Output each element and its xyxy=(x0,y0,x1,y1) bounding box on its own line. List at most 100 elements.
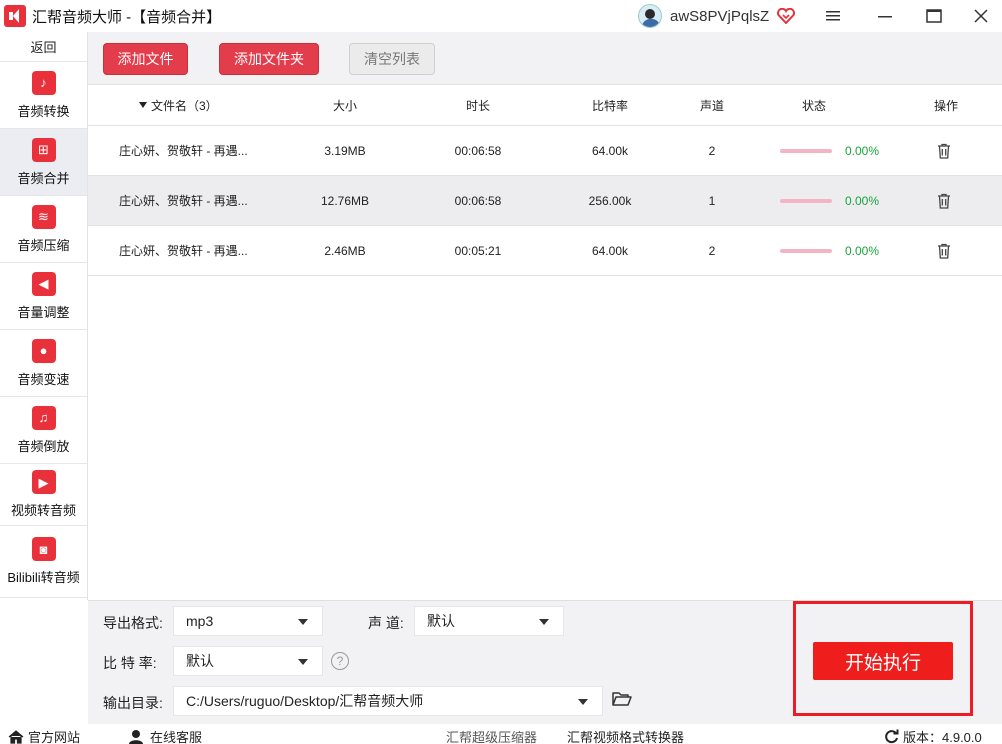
table-row[interactable]: 庄心妍、贺敬轩 - 再遇... 2.46MB 00:05:21 64.00k 2… xyxy=(88,225,1002,275)
table-body: 庄心妍、贺敬轩 - 再遇... 3.19MB 00:06:58 64.00k 2… xyxy=(88,125,1002,276)
version-label: 版本：4.9.0.0 xyxy=(903,730,982,744)
sidebar-item-label: 音频倒放 xyxy=(17,438,70,454)
version-info[interactable]: 版本：4.9.0.0 xyxy=(884,727,982,744)
bitrate-select[interactable]: 默认 xyxy=(173,646,323,676)
user-info[interactable]: awS8PVjPqlsZ xyxy=(638,4,796,28)
sidebar-item-speed[interactable]: ● 音频变速 xyxy=(0,330,87,397)
back-button[interactable]: 返回 xyxy=(0,32,87,62)
sidebar-item-reverse[interactable]: ♫ 音频倒放 xyxy=(0,397,87,464)
sidebar-item-audio-compress[interactable]: ≋ 音频压缩 xyxy=(0,196,87,263)
cell-filename: 庄心妍、贺敬轩 - 再遇... xyxy=(119,244,248,258)
sidebar-item-bilibili[interactable]: ◙ Bilibili转音频 xyxy=(0,526,87,598)
trash-icon[interactable] xyxy=(937,176,951,225)
cell-bitrate: 64.00k xyxy=(591,143,629,158)
output-dir-value: C:/Users/ruguo/Desktop/汇帮音频大师 xyxy=(186,693,424,709)
cell-channels: 2 xyxy=(708,243,716,258)
sidebar-item-label: 音频合并 xyxy=(17,170,70,186)
header-size: 大小 xyxy=(332,98,357,113)
sidebar-item-label: 音频变速 xyxy=(17,371,70,387)
table-row[interactable]: 庄心妍、贺敬轩 - 再遇... 3.19MB 00:06:58 64.00k 2… xyxy=(88,125,1002,175)
sidebar-item-audio-convert[interactable]: ♪ 音频转换 xyxy=(0,62,87,129)
format-label: 导出格式: xyxy=(103,615,163,631)
header-duration: 时长 xyxy=(465,98,490,113)
sidebar-item-label: Bilibili转音频 xyxy=(7,570,80,585)
maximize-icon[interactable] xyxy=(911,0,957,32)
cell-status: 0.00% xyxy=(780,126,879,175)
vip-heart-icon[interactable] xyxy=(777,8,796,24)
start-highlight-frame: 开始执行 xyxy=(793,601,973,716)
audio-compress-icon: ≋ xyxy=(31,204,56,229)
progress-percent: 0.00% xyxy=(845,143,880,158)
home-icon xyxy=(8,729,24,744)
progress-bar xyxy=(780,198,832,203)
trash-icon[interactable] xyxy=(937,126,951,175)
add-folder-button[interactable]: 添加文件夹 xyxy=(219,43,319,75)
toolbar: 添加文件 添加文件夹 清空列表 xyxy=(88,32,1002,85)
format-select[interactable]: mp3 xyxy=(173,606,323,636)
sidebar-item-volume[interactable]: ◀ 音量调整 xyxy=(0,263,87,330)
main-panel: 添加文件 添加文件夹 清空列表 文件名（3） 大小 时长 比特率 声道 状态 操… xyxy=(88,32,1002,600)
progress-bar xyxy=(780,148,832,153)
channel-label: 声 道: xyxy=(368,615,404,631)
help-icon[interactable]: ? xyxy=(331,652,349,670)
folder-open-icon[interactable] xyxy=(612,691,632,710)
cell-duration: 00:05:21 xyxy=(454,243,502,258)
bitrate-label: 比 特 率: xyxy=(103,655,157,671)
table-row[interactable]: 庄心妍、贺敬轩 - 再遇... 12.76MB 00:06:58 256.00k… xyxy=(88,175,1002,225)
progress-bar xyxy=(780,248,832,253)
sidebar-item-label: 视频转音频 xyxy=(10,503,76,518)
close-icon[interactable] xyxy=(958,0,1002,32)
minimize-icon[interactable] xyxy=(862,0,908,32)
app-logo-icon xyxy=(4,5,26,27)
bitrate-value: 默认 xyxy=(186,653,214,669)
output-label: 输出目录: xyxy=(103,695,163,711)
file-table: 文件名（3） 大小 时长 比特率 声道 状态 操作 庄心妍、贺敬轩 - 再遇..… xyxy=(88,85,1002,276)
window-title: 汇帮音频大师 -【音频合并】 xyxy=(32,8,222,26)
avatar-icon[interactable] xyxy=(638,4,662,28)
menu-icon[interactable] xyxy=(810,0,856,32)
sidebar-item-video-to-audio[interactable]: ▶ 视频转音频 xyxy=(0,464,87,526)
volume-icon: ◀ xyxy=(31,271,56,296)
product-video-converter-link[interactable]: 汇帮视频格式转换器 xyxy=(567,727,684,744)
cell-status: 0.00% xyxy=(780,176,879,225)
header-filename[interactable]: 文件名（3） xyxy=(139,85,218,125)
header-channels: 声道 xyxy=(699,98,724,113)
chevron-down-icon xyxy=(578,699,588,705)
add-file-button[interactable]: 添加文件 xyxy=(103,43,188,75)
microphone-icon: ● xyxy=(31,338,56,363)
music-note-icon: ♫ xyxy=(31,405,56,430)
channel-select[interactable]: 默认 xyxy=(414,606,564,636)
clear-list-button[interactable]: 清空列表 xyxy=(349,43,435,75)
chevron-down-icon xyxy=(539,619,549,625)
output-settings: 导出格式: mp3 声 道: 默认 比 特 率: 默认 ? 输出目录: C:/U… xyxy=(88,600,1002,724)
sidebar-item-label: 音量调整 xyxy=(17,304,70,320)
cell-channels: 2 xyxy=(708,143,716,158)
support-label: 在线客服 xyxy=(150,730,203,744)
video-film-icon: ▶ xyxy=(31,470,56,494)
cell-size: 12.76MB xyxy=(320,193,370,208)
cell-duration: 00:06:58 xyxy=(454,193,502,208)
sort-down-icon xyxy=(139,102,147,108)
cell-status: 0.00% xyxy=(780,226,879,275)
cell-duration: 00:06:58 xyxy=(454,143,502,158)
username[interactable]: awS8PVjPqlsZ xyxy=(670,8,769,25)
sidebar-item-audio-merge[interactable]: ⊞ 音频合并 xyxy=(0,129,87,196)
audio-convert-icon: ♪ xyxy=(31,70,56,95)
support-link[interactable]: 在线客服 xyxy=(128,727,202,744)
start-button[interactable]: 开始执行 xyxy=(813,642,953,680)
table-header: 文件名（3） 大小 时长 比特率 声道 状态 操作 xyxy=(88,85,1002,125)
trash-icon[interactable] xyxy=(937,226,951,275)
chevron-down-icon xyxy=(298,659,308,665)
output-dir-select[interactable]: C:/Users/ruguo/Desktop/汇帮音频大师 xyxy=(173,686,603,716)
cell-filename: 庄心妍、贺敬轩 - 再遇... xyxy=(119,194,248,208)
bilibili-tv-icon: ◙ xyxy=(31,537,56,561)
website-link[interactable]: 官方网站 xyxy=(8,727,80,744)
header-action: 操作 xyxy=(933,98,958,113)
sidebar: 返回 ♪ 音频转换 ⊞ 音频合并 ≋ 音频压缩 ◀ 音量调整 ● 音频变速 ♫ … xyxy=(0,32,88,600)
refresh-icon xyxy=(885,729,899,744)
title-bar: 汇帮音频大师 -【音频合并】 awS8PVjPqlsZ xyxy=(0,0,1002,32)
product-compressor-link[interactable]: 汇帮超级压缩器 xyxy=(446,727,537,744)
format-value: mp3 xyxy=(186,613,214,629)
cell-bitrate: 256.00k xyxy=(588,193,632,208)
website-label: 官方网站 xyxy=(28,730,81,744)
